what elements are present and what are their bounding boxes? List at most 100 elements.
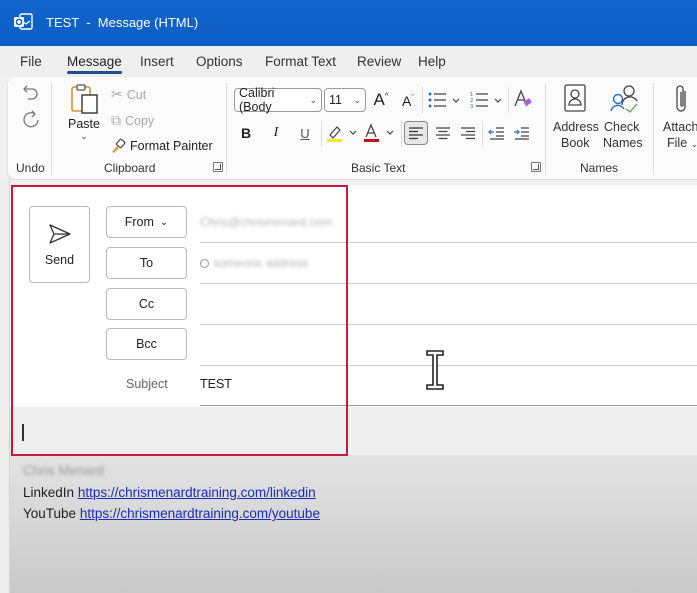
ribbon-tabs: File Message Insert Options Format Text … — [0, 46, 697, 76]
tab-help[interactable]: Help — [418, 54, 446, 69]
font-size-dropdown[interactable]: 11 ⌄ — [324, 88, 366, 112]
tab-review[interactable]: Review — [357, 54, 401, 69]
tab-message[interactable]: Message — [67, 54, 122, 74]
separator — [508, 87, 509, 113]
bold-icon: B — [240, 125, 252, 141]
signature-linkedin: LinkedIn https://chrismenardtraining.com… — [23, 485, 316, 500]
bullets-button[interactable] — [428, 91, 462, 109]
linkedin-link[interactable]: https://chrismenardtraining.com/linkedin — [78, 485, 316, 500]
copy-label: Copy — [125, 113, 155, 128]
left-edge — [0, 180, 10, 593]
tab-options[interactable]: Options — [196, 54, 243, 69]
divider — [200, 283, 697, 284]
separator — [321, 121, 322, 147]
underline-button[interactable]: U — [296, 122, 314, 144]
divider — [200, 405, 697, 406]
tab-insert[interactable]: Insert — [140, 54, 174, 69]
numbering-button[interactable]: 1 2 3 — [470, 91, 504, 109]
italic-icon: I — [273, 125, 279, 140]
cut-button[interactable]: ✂ Cut — [111, 86, 146, 103]
chevron-down-icon: ⌄ — [80, 131, 88, 141]
chevron-down-icon: ⌄ — [159, 216, 169, 228]
clear-formatting-button[interactable] — [513, 89, 533, 109]
address-book-label-1: Address — [553, 120, 599, 134]
bcc-label: Bcc — [136, 337, 157, 351]
check-names-button[interactable]: Check Names — [602, 83, 646, 153]
cc-field[interactable] — [200, 297, 680, 317]
tab-file[interactable]: File — [20, 54, 42, 69]
title-bar: TEST - Message (HTML) — [0, 0, 697, 46]
clipboard-launcher-icon[interactable] — [213, 162, 223, 172]
undo-group-label: Undo — [16, 161, 45, 175]
separator — [401, 121, 402, 147]
youtube-link[interactable]: https://chrismenardtraining.com/youtube — [80, 506, 320, 521]
align-center-button[interactable] — [432, 122, 454, 144]
to-label: To — [139, 256, 154, 270]
signature-name: Chris Menard — [23, 463, 105, 478]
separator — [422, 87, 423, 113]
to-field[interactable]: someone address — [200, 256, 308, 270]
shrink-font-button[interactable]: Aˇ — [399, 91, 417, 111]
bold-button[interactable]: B — [237, 122, 255, 144]
highlight-button[interactable] — [326, 123, 360, 143]
divider — [200, 365, 697, 366]
cc-label: Cc — [138, 297, 155, 311]
group-separator — [653, 83, 654, 175]
text-caret — [22, 424, 24, 441]
send-button[interactable]: Send — [29, 206, 90, 283]
font-name-dropdown[interactable]: Calibri (Body ⌄ — [234, 86, 322, 114]
underline-icon: U — [300, 125, 310, 141]
divider — [200, 242, 697, 243]
shrink-font-icon: Aˇ — [401, 93, 414, 109]
redo-icon[interactable] — [22, 109, 40, 129]
format-painter-button[interactable]: Format Painter — [110, 138, 213, 154]
paintbrush-icon — [112, 138, 126, 153]
subject-field[interactable]: TEST — [200, 377, 232, 391]
scissors-icon: ✂ — [111, 86, 123, 102]
from-label: From — [124, 215, 154, 229]
grow-font-button[interactable]: A^ — [371, 89, 391, 111]
increase-indent-button[interactable] — [511, 122, 533, 144]
format-painter-label: Format Painter — [130, 139, 213, 153]
check-names-label-2: Names — [603, 136, 643, 150]
clipboard-group-label: Clipboard — [104, 161, 156, 175]
paste-icon — [71, 84, 98, 114]
copy-button[interactable]: ⧉ Copy — [111, 112, 154, 129]
basic-text-launcher-icon[interactable] — [531, 162, 541, 172]
divider — [200, 324, 697, 325]
chevron-down-icon: ⌄ — [309, 94, 317, 105]
group-separator — [226, 83, 227, 175]
address-book-label-2: Book — [561, 136, 590, 150]
group-separator — [545, 83, 546, 175]
undo-icon[interactable] — [22, 83, 40, 101]
attach-label-1: Attach — [663, 120, 697, 134]
font-color-button[interactable] — [363, 123, 397, 143]
bcc-button[interactable]: Bcc — [106, 328, 187, 360]
tab-format-text[interactable]: Format Text — [265, 54, 336, 69]
align-left-button[interactable] — [404, 121, 428, 145]
font-name-value: Calibri (Body — [239, 86, 275, 114]
ribbon: Undo Paste ⌄ ✂ Cut ⧉ Copy Format Painter… — [8, 77, 697, 179]
address-book-icon — [564, 84, 586, 112]
address-book-button[interactable]: Address Book — [552, 83, 599, 153]
attach-file-button[interactable]: Attach File ⌄ — [660, 83, 697, 153]
paste-button[interactable]: Paste ⌄ — [64, 83, 104, 153]
send-icon — [48, 223, 71, 244]
names-group-label: Names — [580, 161, 619, 175]
align-right-button[interactable] — [457, 122, 479, 144]
italic-button[interactable]: I — [267, 122, 285, 144]
presence-icon — [200, 258, 209, 268]
to-button[interactable]: To — [106, 247, 187, 279]
from-value[interactable]: Chris@chrismenard.com — [200, 215, 332, 229]
message-body[interactable] — [12, 407, 697, 455]
paste-label: Paste — [68, 117, 100, 131]
basic-text-group-label: Basic Text — [351, 161, 406, 175]
from-button[interactable]: From ⌄ — [106, 206, 187, 238]
separator — [482, 121, 483, 147]
font-size-value: 11 — [329, 93, 342, 107]
cc-button[interactable]: Cc — [106, 288, 187, 320]
send-label: Send — [44, 252, 75, 267]
check-names-icon — [610, 85, 638, 113]
window-title: TEST - Message (HTML) — [46, 15, 199, 30]
decrease-indent-button[interactable] — [486, 122, 508, 144]
